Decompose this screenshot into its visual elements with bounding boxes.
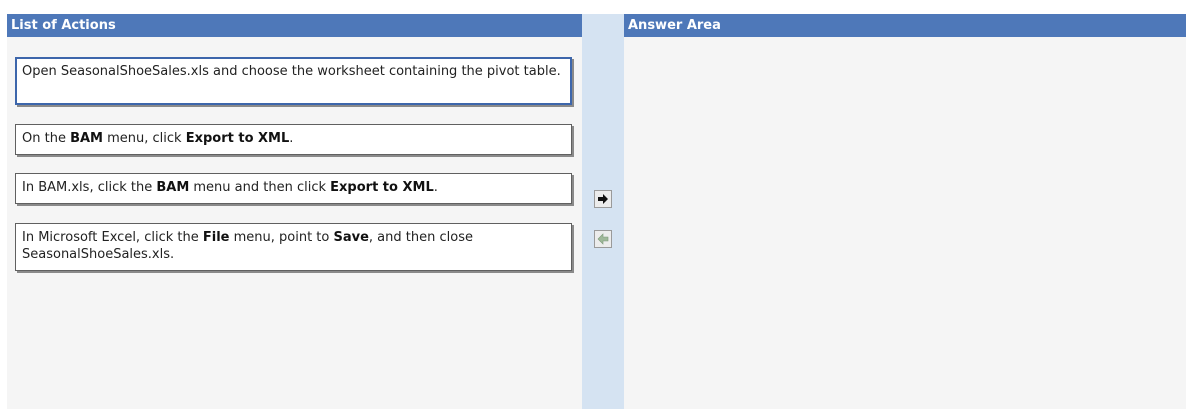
action-text: In Microsoft Excel, click the bbox=[22, 230, 203, 245]
action-item-2[interactable]: On the BAM menu, click Export to XML. bbox=[15, 124, 572, 155]
answer-area-panel[interactable]: Answer Area bbox=[624, 14, 1186, 409]
answer-area-header: Answer Area bbox=[624, 14, 1186, 37]
move-right-button[interactable] bbox=[594, 190, 612, 208]
arrow-left-icon bbox=[597, 233, 609, 245]
action-text: menu and then click bbox=[189, 180, 331, 195]
action-text: . bbox=[433, 180, 438, 195]
move-controls-strip bbox=[582, 14, 624, 409]
action-keyword: Save bbox=[333, 230, 369, 245]
action-item-1[interactable]: Open SeasonalShoeSales.xls and choose th… bbox=[15, 57, 572, 105]
action-keyword: File bbox=[202, 230, 230, 245]
arrow-right-icon bbox=[597, 193, 609, 205]
action-keyword: BAM bbox=[156, 180, 190, 195]
list-of-actions-header: List of Actions bbox=[7, 14, 582, 37]
action-text: menu, point to bbox=[229, 230, 334, 245]
action-text: . bbox=[289, 131, 294, 146]
action-text: In BAM.xls, click the bbox=[22, 180, 157, 195]
action-keyword: BAM bbox=[70, 131, 103, 146]
action-item-4[interactable]: In Microsoft Excel, click the File menu,… bbox=[15, 223, 572, 271]
action-text: On the bbox=[22, 131, 71, 146]
move-left-button[interactable] bbox=[594, 230, 612, 248]
action-keyword: Export to XML bbox=[185, 131, 290, 146]
action-text: menu, click bbox=[102, 131, 186, 146]
action-text: Open SeasonalShoeSales.xls and choose th… bbox=[22, 64, 561, 79]
action-item-3[interactable]: In BAM.xls, click the BAM menu and then … bbox=[15, 173, 572, 204]
action-keyword: Export to XML bbox=[330, 180, 434, 195]
